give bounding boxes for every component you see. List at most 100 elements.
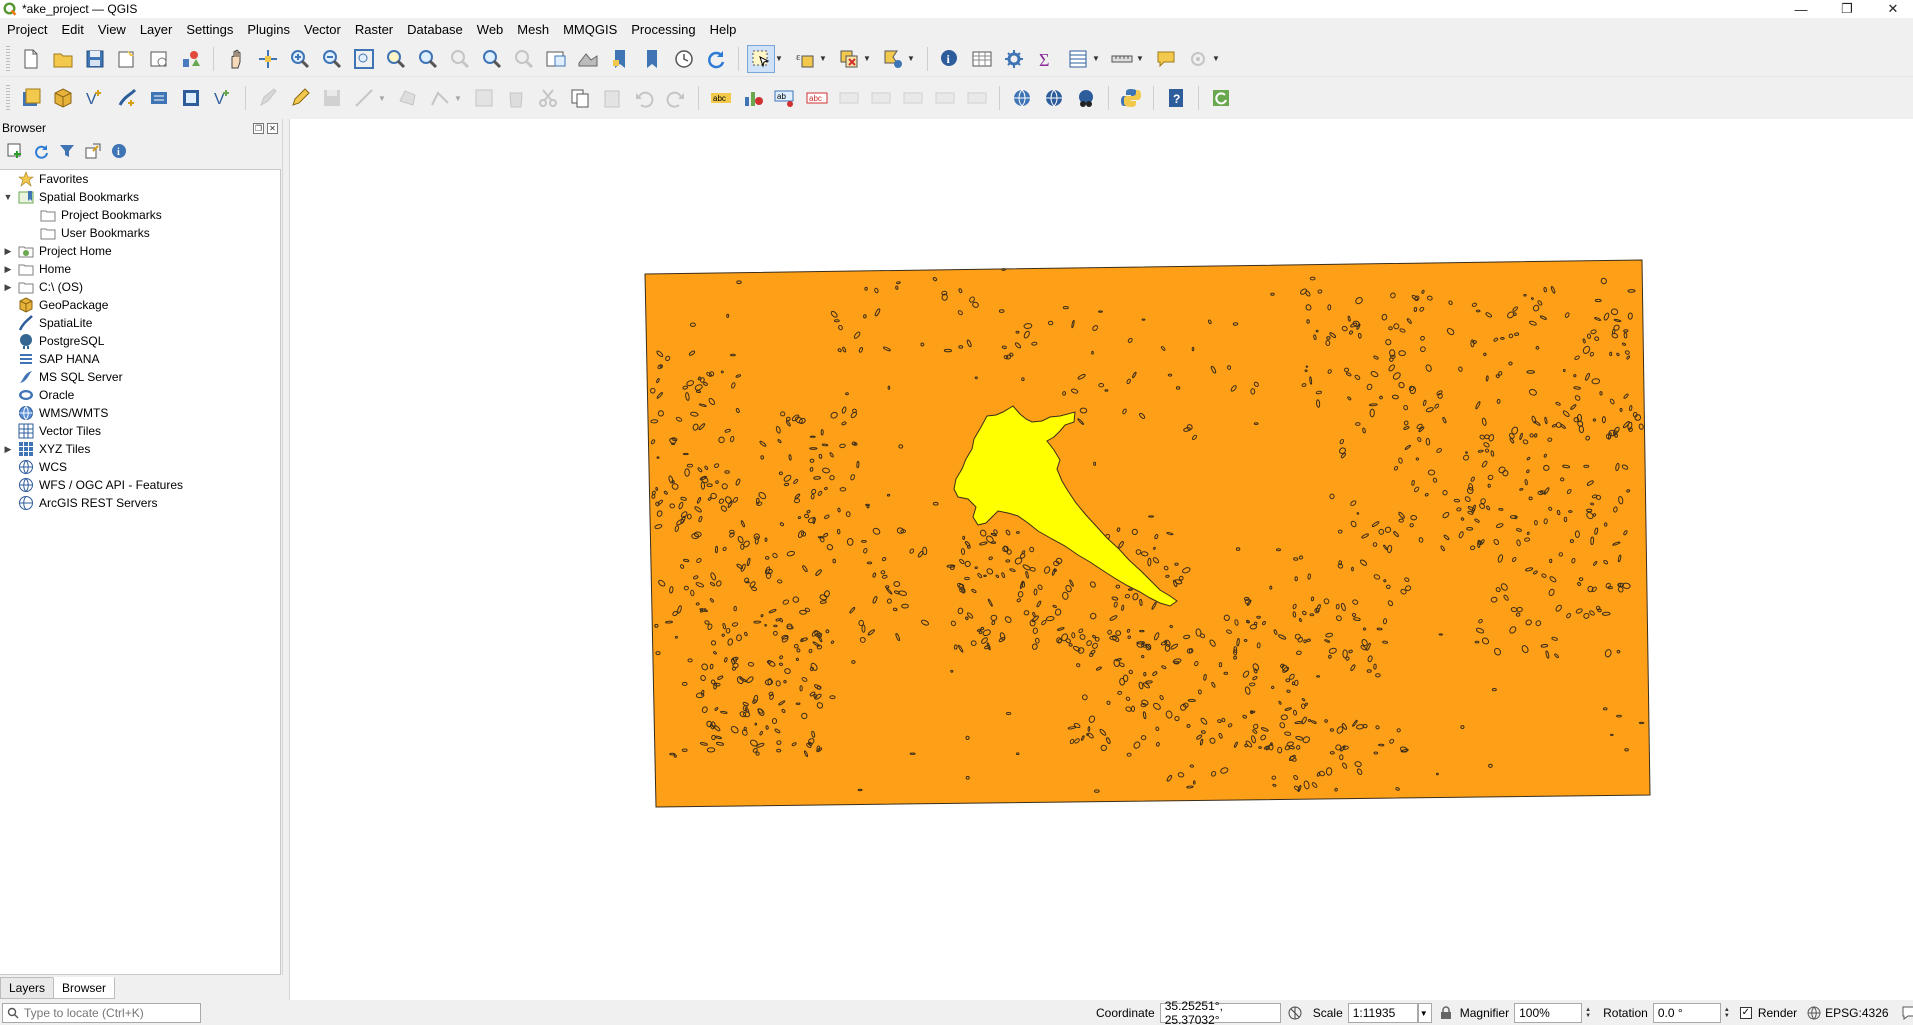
plugin-reloader-icon[interactable] — [1207, 84, 1235, 112]
toggle-editing-icon[interactable] — [286, 84, 314, 112]
menu-plugins[interactable]: Plugins — [240, 22, 297, 37]
data-source-manager-icon[interactable] — [17, 84, 45, 112]
open-project-icon[interactable] — [49, 45, 77, 73]
menu-mmqgis[interactable]: MMQGIS — [556, 22, 624, 37]
menu-processing[interactable]: Processing — [624, 22, 702, 37]
new-geopackage-layer-icon[interactable] — [49, 84, 77, 112]
tree-item[interactable]: ▼ Spatial Bookmarks — [0, 188, 280, 206]
save-edits-icon[interactable] — [318, 84, 346, 112]
select-by-location-icon[interactable] — [879, 45, 907, 73]
menu-help[interactable]: Help — [703, 22, 744, 37]
tree-item[interactable]: ▶ XYZ Tiles — [0, 440, 280, 458]
tree-item[interactable]: SAP HANA — [0, 350, 280, 368]
expand-arrow-icon[interactable]: ▶ — [2, 444, 14, 455]
expression-dropdown-caret[interactable]: ▼ — [819, 54, 829, 63]
measure-dropdown-caret[interactable]: ▼ — [1136, 54, 1146, 63]
close-button[interactable]: ✕ — [1875, 0, 1911, 18]
menu-vector[interactable]: Vector — [297, 22, 348, 37]
select-dropdown-caret[interactable]: ▼ — [775, 54, 785, 63]
diagram-icon[interactable] — [739, 84, 767, 112]
tree-item[interactable]: WFS / OGC API - Features — [0, 476, 280, 494]
magnifier-spinner[interactable]: ▲ ▼ — [1583, 1003, 1593, 1023]
change-label-icon[interactable] — [931, 84, 959, 112]
expand-arrow-icon[interactable]: ▶ — [2, 282, 14, 293]
save-project-icon[interactable] — [81, 45, 109, 73]
digitize-dropdown-caret[interactable]: ▼ — [378, 94, 388, 103]
tree-item[interactable]: Vector Tiles — [0, 422, 280, 440]
modify-attributes-icon[interactable] — [470, 84, 498, 112]
coordinate-field[interactable]: 35.25251°, 25.37032° — [1159, 999, 1281, 1025]
add-polygon-icon[interactable] — [394, 84, 422, 112]
deselect-dropdown-caret[interactable]: ▼ — [863, 54, 873, 63]
tree-item[interactable]: User Bookmarks — [0, 224, 280, 242]
crs-icon[interactable] — [1807, 1006, 1821, 1020]
new-temporary-layer-icon[interactable] — [145, 84, 173, 112]
refresh-browser-icon[interactable] — [30, 140, 52, 162]
messages-icon[interactable] — [1902, 1006, 1913, 1020]
new-bookmark-icon[interactable] — [606, 45, 634, 73]
pan-icon[interactable] — [222, 45, 250, 73]
menu-web[interactable]: Web — [470, 22, 511, 37]
new-map-view-icon[interactable] — [542, 45, 570, 73]
new-3d-map-icon[interactable] — [574, 45, 602, 73]
tree-item[interactable]: Project Bookmarks — [0, 206, 280, 224]
menu-mesh[interactable]: Mesh — [510, 22, 556, 37]
zoom-full-icon[interactable] — [350, 45, 378, 73]
minimize-button[interactable]: — — [1783, 0, 1819, 18]
tab-browser[interactable]: Browser — [53, 977, 116, 999]
statistics-icon[interactable]: Σ — [1032, 45, 1060, 73]
render-checkbox[interactable]: ✓ — [1739, 1007, 1752, 1019]
attribute-table-icon[interactable] — [968, 45, 996, 73]
rotation-spinner[interactable]: ▲ ▼ — [1722, 1003, 1732, 1023]
current-edits-icon[interactable] — [254, 84, 282, 112]
tree-item[interactable]: GeoPackage — [0, 296, 280, 314]
processing-toolbox-icon[interactable] — [1000, 45, 1028, 73]
zoom-in-icon[interactable] — [286, 45, 314, 73]
tree-item[interactable]: ArcGIS REST Servers — [0, 494, 280, 512]
select-by-expression-icon[interactable]: ε — [791, 45, 819, 73]
tree-item[interactable]: ▶ Home — [0, 260, 280, 278]
menu-edit[interactable]: Edit — [54, 22, 90, 37]
digitize-icon[interactable] — [350, 84, 378, 112]
delete-selected-icon[interactable] — [502, 84, 530, 112]
copy-features-icon[interactable] — [566, 84, 594, 112]
zoom-next-icon[interactable] — [510, 45, 538, 73]
expand-arrow-icon[interactable]: ▶ — [2, 264, 14, 275]
move-label-icon[interactable] — [867, 84, 895, 112]
highlight-label-icon[interactable]: abc — [803, 84, 831, 112]
tree-item[interactable]: MS SQL Server — [0, 368, 280, 386]
tree-item[interactable]: ▶ C:\ (OS) — [0, 278, 280, 296]
open-attribute-table-icon[interactable] — [1064, 45, 1092, 73]
python-console-icon[interactable] — [1117, 84, 1145, 112]
new-virtual-layer-icon[interactable] — [177, 84, 205, 112]
show-hide-labels-icon[interactable] — [835, 84, 863, 112]
expand-arrow-icon[interactable]: ▼ — [2, 192, 14, 202]
restore-button[interactable]: ❐ — [1829, 0, 1865, 18]
close-panel-icon[interactable]: ✕ — [267, 122, 278, 134]
new-spatialite-layer-icon[interactable] — [113, 84, 141, 112]
pin-label-icon[interactable]: ab — [771, 84, 799, 112]
locator-search[interactable]: Type to locate (Ctrl+K) — [2, 1003, 201, 1023]
gps-dropdown-caret[interactable]: ▼ — [1212, 54, 1222, 63]
zoom-last-icon[interactable] — [478, 45, 506, 73]
pan-to-selection-icon[interactable] — [254, 45, 282, 73]
menu-project[interactable]: Project — [0, 22, 54, 37]
table-dropdown-caret[interactable]: ▼ — [1092, 54, 1102, 63]
expand-arrow-icon[interactable]: ▶ — [2, 246, 14, 257]
tab-layers[interactable]: Layers — [0, 977, 55, 999]
toolbar-grip[interactable] — [6, 85, 10, 111]
browser-tree[interactable]: Favorites ▼ Spatial Bookmarks Project Bookm… — [0, 169, 281, 975]
rotation-field[interactable]: 0.0 ° — [1652, 1003, 1721, 1023]
new-project-icon[interactable] — [17, 45, 45, 73]
tree-item[interactable]: Oracle — [0, 386, 280, 404]
refresh-icon[interactable] — [702, 45, 730, 73]
crs-label[interactable]: EPSG:4326 — [1825, 1006, 1888, 1020]
map-tips-icon[interactable] — [1152, 45, 1180, 73]
land-polygon[interactable] — [644, 259, 1651, 808]
new-shapefile-layer-icon[interactable]: V — [81, 84, 109, 112]
scale-dropdown-icon[interactable]: ▼ — [1417, 1003, 1432, 1023]
select-features-icon[interactable] — [747, 44, 775, 73]
new-print-layout-icon[interactable] — [113, 45, 141, 73]
style-manager-icon[interactable] — [177, 45, 205, 73]
layout-manager-icon[interactable] — [145, 45, 173, 73]
